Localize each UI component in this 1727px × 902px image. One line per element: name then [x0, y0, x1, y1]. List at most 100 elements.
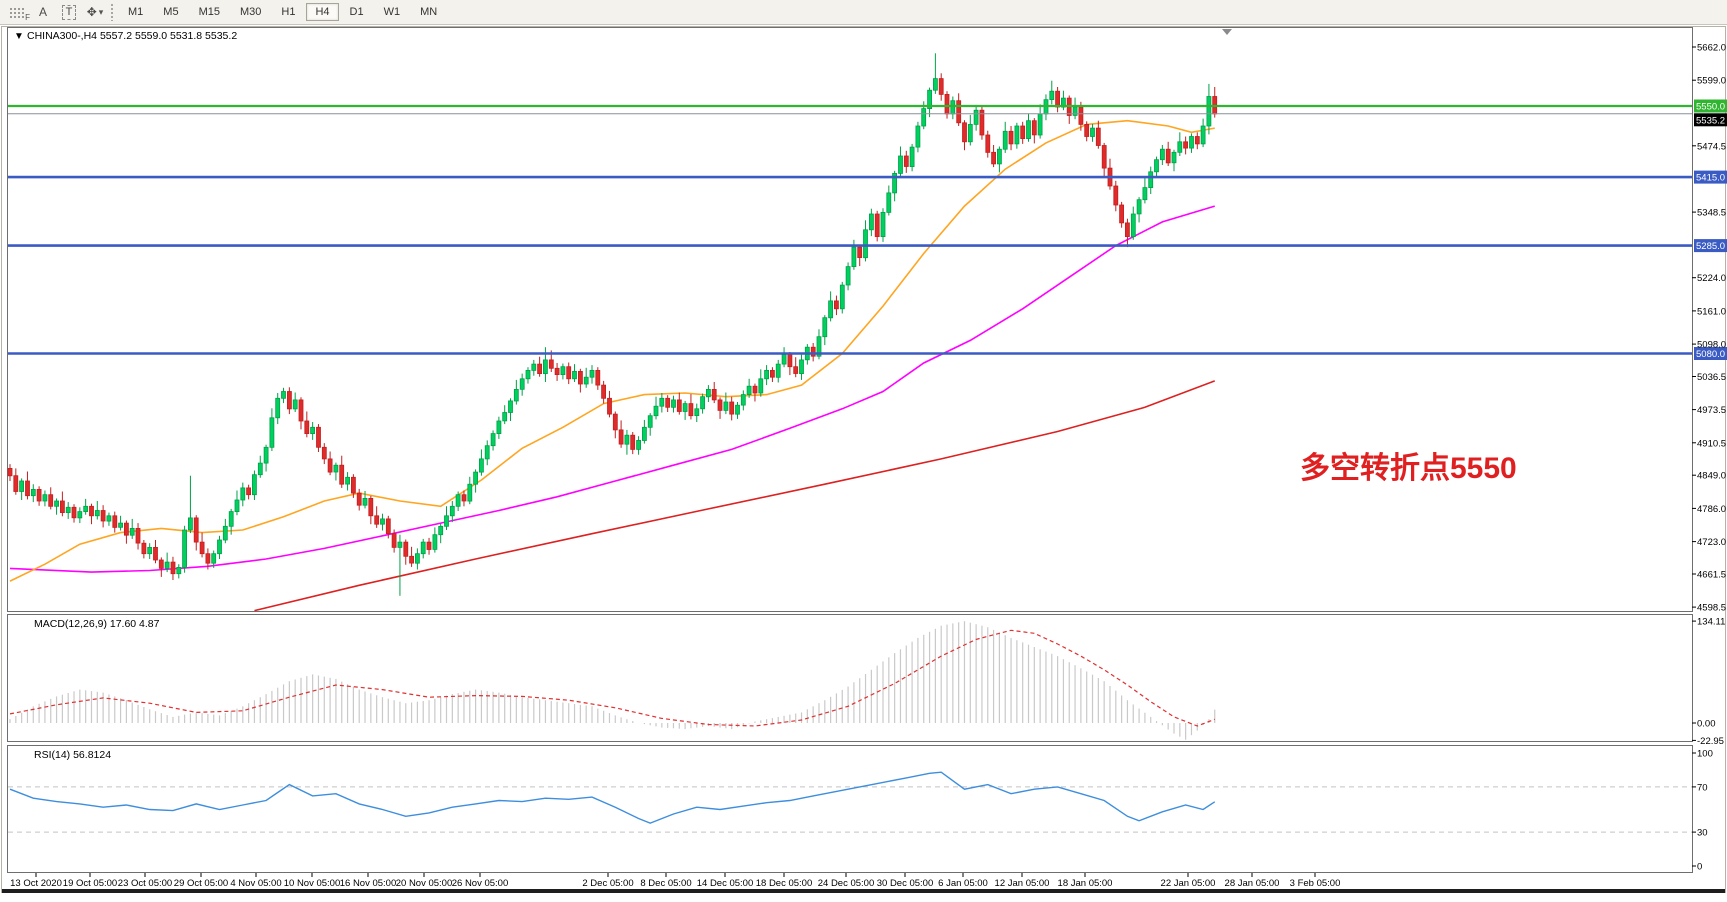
time-axis-label: 24 Dec 05:00 — [818, 878, 875, 889]
price-axis-label: 4973.5 — [1697, 405, 1726, 416]
candle — [1166, 149, 1170, 163]
time-axis-label: 4 Nov 05:00 — [230, 878, 281, 889]
candle — [439, 526, 443, 534]
candle — [986, 135, 990, 152]
chart-area: 5550.05415.05285.05080.05535.25662.05599… — [0, 26, 1727, 902]
toolbar: F A T ✥ ▾ M1M5M15M30H1H4D1W1MN — [0, 0, 1727, 25]
candle — [1143, 188, 1147, 200]
candle — [811, 347, 815, 356]
candle — [258, 463, 262, 475]
candle — [1120, 205, 1124, 223]
price-axis-label: 5474.5 — [1697, 141, 1726, 152]
candle — [701, 397, 705, 409]
candle — [218, 540, 222, 554]
time-axis-label: 22 Jan 05:00 — [1161, 878, 1216, 889]
candle — [846, 267, 850, 285]
price-axis-label: 5161.0 — [1697, 306, 1726, 317]
price-axis-label: 4910.5 — [1697, 438, 1726, 449]
price-axis-label: 4723.0 — [1697, 537, 1726, 548]
time-axis-label: 30 Dec 05:00 — [877, 878, 934, 889]
candle — [270, 418, 274, 448]
candle — [689, 404, 693, 416]
timeframe-mn[interactable]: MN — [411, 3, 446, 21]
candle — [648, 416, 652, 428]
candle — [1096, 128, 1100, 145]
candle — [252, 475, 256, 495]
candle — [509, 401, 513, 413]
candle — [66, 507, 70, 512]
grid-dots-icon: F — [9, 7, 24, 18]
candle — [293, 400, 297, 409]
candle — [287, 392, 291, 409]
time-axis-label: 3 Feb 05:00 — [1290, 878, 1341, 889]
candle — [491, 434, 495, 446]
candle — [608, 398, 612, 414]
candle — [229, 512, 233, 527]
grid-tool-label: F — [25, 13, 30, 22]
candle — [223, 526, 227, 540]
bottom-scrollbar[interactable] — [2, 889, 1725, 893]
candle — [840, 285, 844, 309]
symbol-caret-icon[interactable]: ▼ — [14, 31, 24, 42]
timeframe-m30[interactable]: M30 — [231, 3, 270, 21]
timeframe-m1[interactable]: M1 — [119, 3, 152, 21]
candle — [666, 398, 670, 407]
candle — [427, 542, 431, 549]
candle — [148, 547, 152, 553]
toolbar-grip[interactable] — [110, 3, 114, 21]
time-axis-label: 18 Dec 05:00 — [756, 878, 813, 889]
candle — [1178, 142, 1182, 153]
timeframe-m5[interactable]: M5 — [154, 3, 187, 21]
candle — [445, 516, 449, 527]
candle — [334, 465, 338, 472]
timeframe-w1[interactable]: W1 — [375, 3, 410, 21]
candle — [26, 481, 30, 496]
chevron-down-icon[interactable]: ▾ — [99, 7, 104, 18]
candle — [992, 152, 996, 164]
candle — [672, 400, 676, 407]
candle — [619, 430, 623, 444]
candle — [712, 389, 716, 400]
timeframe-h1[interactable]: H1 — [272, 3, 304, 21]
candle — [910, 147, 914, 167]
candle — [718, 400, 722, 411]
candle — [590, 370, 594, 377]
candle — [543, 360, 547, 374]
candle — [1114, 186, 1118, 205]
candle — [549, 360, 553, 368]
candle — [84, 506, 88, 511]
candle — [683, 404, 687, 412]
text-tool-button[interactable]: A — [31, 1, 55, 23]
time-axis-label: 13 Oct 2020 — [10, 878, 62, 889]
arrows-tool-button[interactable]: ✥ ▾ — [83, 1, 107, 23]
timeframe-m15[interactable]: M15 — [190, 3, 229, 21]
candle — [247, 488, 251, 495]
label-tool-button[interactable]: T — [57, 1, 81, 23]
candle — [194, 518, 198, 542]
candle — [188, 518, 192, 530]
candle — [357, 493, 361, 505]
candle — [346, 477, 350, 484]
annotation-text[interactable]: 多空转折点5550 — [1300, 452, 1517, 485]
label-tool-icon: T — [62, 5, 77, 20]
candle — [311, 427, 315, 433]
timeframe-h4[interactable]: H4 — [306, 3, 338, 21]
candle — [852, 247, 856, 267]
candle — [410, 556, 414, 563]
candle — [1085, 124, 1089, 136]
candle — [1056, 91, 1060, 107]
candle — [974, 110, 978, 124]
candle — [264, 447, 268, 463]
time-axis-label: 6 Jan 05:00 — [938, 878, 988, 889]
candle — [351, 477, 355, 493]
price-axis-label: 4849.0 — [1697, 471, 1726, 482]
candle — [340, 465, 344, 484]
grid-tool-button[interactable]: F — [5, 1, 29, 23]
candle — [1003, 131, 1007, 149]
candle — [1190, 137, 1194, 149]
timeframe-d1[interactable]: D1 — [341, 3, 373, 21]
candle — [386, 519, 390, 534]
candle — [939, 79, 943, 95]
candle — [392, 534, 396, 548]
candle — [526, 370, 530, 378]
